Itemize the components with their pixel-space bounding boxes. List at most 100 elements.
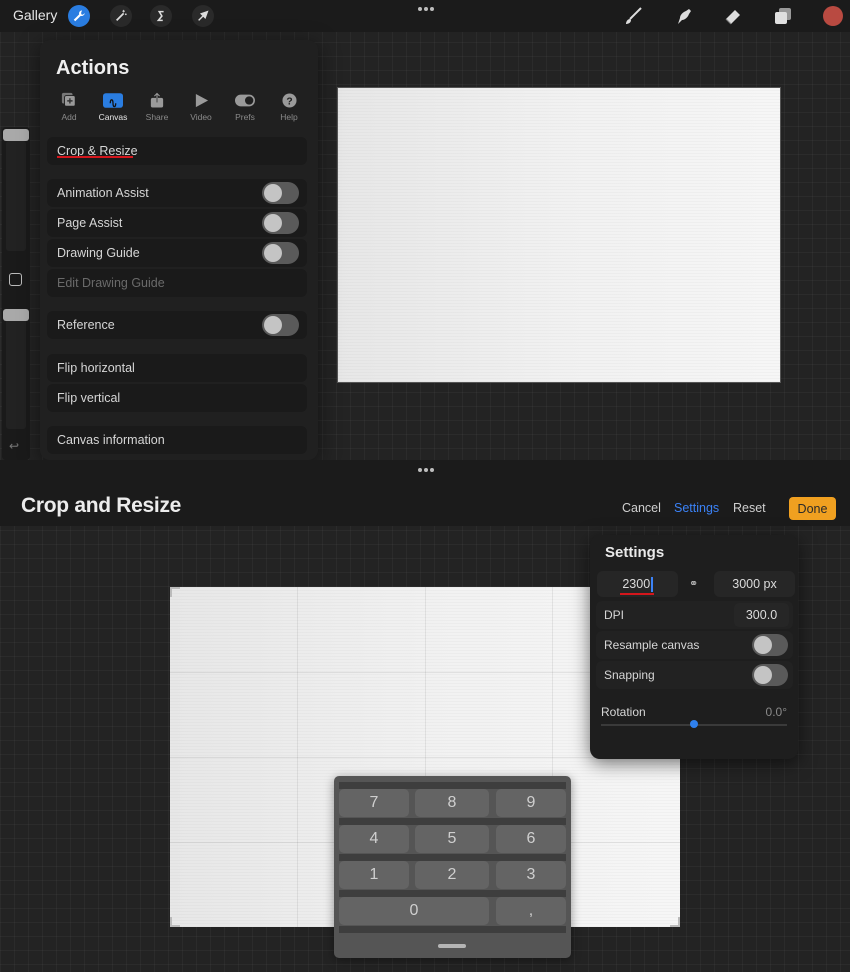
more-dots-icon[interactable] [418, 7, 434, 11]
crop-resize-item[interactable]: Crop & Resize [47, 137, 307, 165]
gallery-button[interactable]: Gallery [13, 7, 57, 23]
tab-canvas[interactable]: Canvas [92, 91, 134, 122]
reset-button[interactable]: Reset [733, 501, 766, 515]
flip-vertical-item[interactable]: Flip vertical [47, 384, 307, 412]
layers-icon [775, 8, 791, 24]
drawing-guide-row: Drawing Guide [47, 239, 307, 267]
keypad-key[interactable]: , [496, 897, 566, 925]
brush-size-slider[interactable] [3, 129, 29, 141]
left-sidebar: ↩ [2, 127, 30, 460]
settings-button[interactable]: Settings [674, 501, 719, 515]
flip-horizontal-label: Flip horizontal [57, 361, 135, 375]
toggle-icon [235, 94, 255, 106]
smudge-icon [678, 9, 691, 24]
crop-handle-top-left[interactable] [170, 587, 180, 597]
tab-label: Help [280, 112, 298, 122]
keypad-key[interactable]: 8 [415, 789, 489, 817]
crop-handle-bottom-right[interactable] [670, 917, 680, 927]
transform-button[interactable] [192, 5, 214, 27]
modify-square-icon[interactable] [9, 273, 22, 286]
flip-horizontal-item[interactable]: Flip horizontal [47, 354, 307, 382]
animation-assist-label: Animation Assist [57, 186, 149, 200]
text-caret [651, 576, 653, 592]
tab-label: Prefs [235, 112, 255, 122]
opacity-track[interactable] [6, 319, 26, 429]
resample-canvas-label: Resample canvas [604, 638, 700, 652]
keypad-key[interactable]: 4 [339, 825, 409, 853]
tab-add[interactable]: Add [48, 91, 90, 122]
keypad-separator [339, 890, 566, 897]
drawing-guide-label: Drawing Guide [57, 246, 140, 260]
tab-help[interactable]: ? Help [268, 91, 310, 122]
more-dots-icon[interactable] [418, 468, 434, 472]
actions-panel: Actions Add Canvas Share Video Prefs ? H… [40, 40, 318, 460]
animation-assist-toggle[interactable] [262, 182, 299, 204]
keypad-separator [339, 926, 566, 933]
drawing-guide-toggle[interactable] [262, 242, 299, 264]
crop-handle-bottom-left[interactable] [170, 917, 180, 927]
resample-canvas-toggle[interactable] [752, 634, 788, 656]
reference-row: Reference [47, 311, 307, 339]
layers-button[interactable] [772, 5, 794, 27]
arrow-cursor-icon [198, 10, 209, 21]
canvas-information-item[interactable]: Canvas information [47, 426, 307, 454]
keypad-key[interactable]: 3 [496, 861, 566, 889]
smudge-button[interactable] [673, 5, 695, 27]
edit-drawing-guide-label: Edit Drawing Guide [57, 276, 165, 290]
settings-panel: Settings 2300 ⚭ 3000 px DPI 300.0 Resamp… [590, 535, 798, 759]
rotation-value: 0.0° [765, 705, 787, 719]
tab-video[interactable]: Video [180, 91, 222, 122]
selection-button[interactable] [150, 5, 172, 27]
color-picker-button[interactable] [823, 6, 843, 26]
reference-label: Reference [57, 318, 115, 332]
width-value: 2300 [622, 577, 651, 591]
tab-prefs[interactable]: Prefs [224, 91, 266, 122]
reference-toggle[interactable] [262, 314, 299, 336]
keypad-key[interactable]: 2 [415, 861, 489, 889]
page-assist-toggle[interactable] [262, 212, 299, 234]
svg-text:?: ? [286, 96, 292, 107]
link-icon[interactable]: ⚭ [689, 577, 698, 590]
keypad-key[interactable]: 7 [339, 789, 409, 817]
undo-icon[interactable]: ↩ [9, 439, 19, 453]
keypad-key[interactable]: 0 [339, 897, 489, 925]
tab-share[interactable]: Share [136, 91, 178, 122]
keypad-key[interactable]: 6 [496, 825, 566, 853]
snapping-toggle[interactable] [752, 664, 788, 686]
brush-icon [626, 7, 642, 24]
adjustments-button[interactable] [110, 5, 132, 27]
actions-title: Actions [56, 57, 130, 79]
keypad-key[interactable]: 1 [339, 861, 409, 889]
edit-drawing-guide-item[interactable]: Edit Drawing Guide [47, 269, 307, 297]
dpi-label: DPI [604, 608, 625, 622]
opacity-slider[interactable] [3, 309, 29, 321]
animation-assist-row: Animation Assist [47, 179, 307, 207]
page-assist-label: Page Assist [57, 216, 123, 230]
height-input[interactable]: 3000 px [714, 571, 795, 597]
tab-label: Canvas [98, 112, 128, 122]
magic-wand-icon [116, 9, 127, 21]
rotation-row: Rotation 0.0° [596, 703, 793, 737]
numeric-keypad: 789 456 1230, [334, 776, 571, 958]
canvas-icon [103, 92, 123, 108]
crop-resize-view: Crop and Resize Cancel Settings Reset Do… [0, 460, 850, 972]
brush-button[interactable] [622, 5, 644, 27]
tab-label: Add [61, 112, 77, 122]
selection-s-icon [156, 10, 164, 22]
flip-vertical-label: Flip vertical [57, 391, 121, 405]
snapping-label: Snapping [604, 668, 655, 682]
keypad-drag-handle[interactable] [438, 944, 466, 948]
rotation-slider-thumb[interactable] [690, 720, 698, 728]
canvas-information-label: Canvas information [57, 433, 165, 447]
keypad-key[interactable]: 9 [496, 789, 566, 817]
actions-wrench-button[interactable] [68, 5, 90, 27]
top-toolbar: Gallery [0, 0, 850, 32]
add-icon [61, 92, 76, 107]
dpi-input[interactable]: 300.0 [734, 603, 789, 627]
brush-size-track[interactable] [6, 141, 26, 251]
help-icon: ? [281, 92, 297, 108]
done-button[interactable]: Done [789, 497, 836, 520]
eraser-button[interactable] [722, 5, 744, 27]
cancel-button[interactable]: Cancel [622, 501, 661, 515]
keypad-key[interactable]: 5 [415, 825, 489, 853]
